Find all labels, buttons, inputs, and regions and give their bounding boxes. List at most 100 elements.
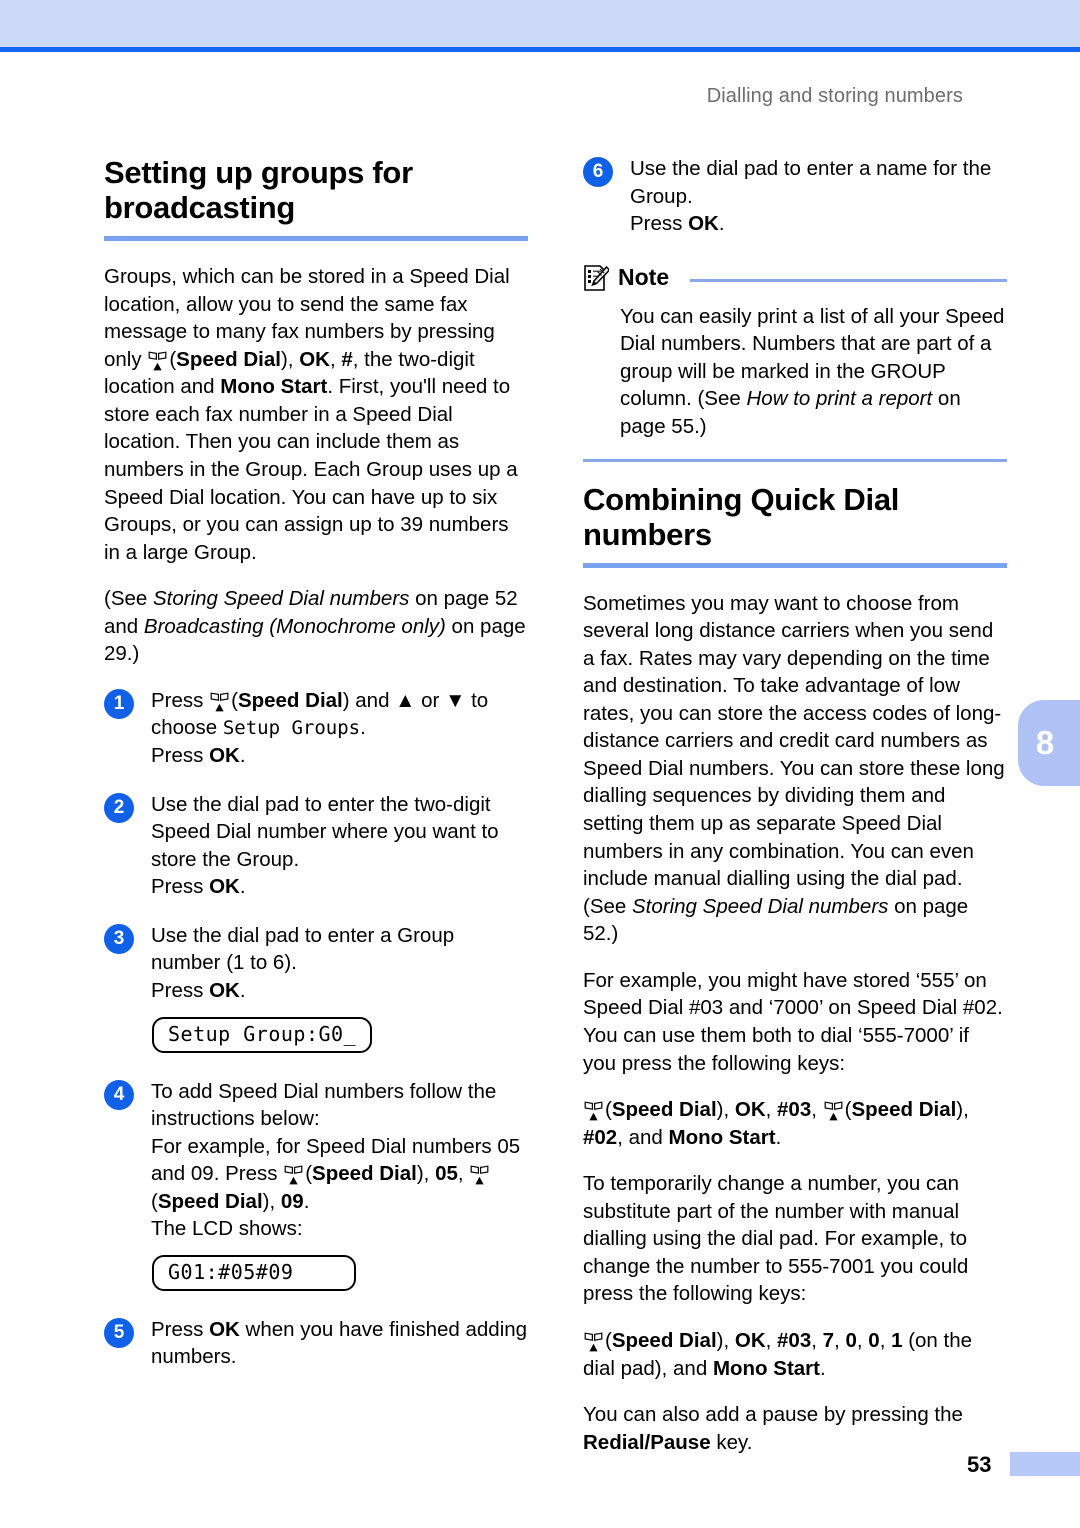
combining-paragraph-1: Sometimes you may want to choose from se… [583,590,1007,948]
press-prefix: Press [630,212,689,236]
step-number-badge: 3 [104,923,134,954]
press-suffix: . [239,978,246,1002]
intro-text-e: . First, you'll need to store each fax n… [104,375,518,564]
ok-key-label: OK [209,744,240,768]
speed-dial-label: Speed Dial [237,688,343,712]
lcd-display-group-numbers: G01:#05#09 [152,1254,356,1291]
section-title-combining: Combining Quick Dial numbers [583,481,900,552]
step-4-c: , [423,1162,436,1186]
paren-close: ) [342,688,350,712]
step-6-press-ok: Press OK. [630,210,1007,238]
mono-start-label: Mono Start [712,1356,820,1380]
speed-dial-label: Speed Dial [157,1189,263,1213]
see-also-ref-1: Storing Speed Dial numbers [153,587,410,611]
speed-dial-label: Speed Dial [611,1329,717,1353]
note-text: You can easily print a list of all your … [620,303,1007,441]
note-label: Note [618,264,670,291]
note-header-rule [690,278,1007,282]
keys1-f: . [775,1125,782,1149]
step-number-badge: 6 [583,157,613,187]
keys2-b: , [765,1329,778,1353]
intro-paragraph: Groups, which can be stored in a Speed D… [104,263,528,566]
right-column: 6 Use the dial pad to enter a name for t… [583,155,1007,1475]
press-prefix: Press [151,744,210,768]
speed-dial-code-03: #03 [777,1098,812,1122]
mono-start-label: Mono Start [668,1125,776,1149]
step-4-e: , [269,1189,281,1213]
ok-key-label: OK [299,347,330,371]
speed-dial-number-09: 09 [280,1189,304,1213]
keys2-a: , [723,1329,735,1353]
step-1-c: . [360,716,366,740]
speed-dial-icon [824,1100,843,1122]
speed-dial-label: Speed Dial [312,1162,417,1186]
paren-close: ) [416,1162,424,1186]
ok-key-label: OK [209,1317,240,1341]
see-also-ref-2: Broadcasting (Monochrome only) [143,614,446,638]
keys2-h: . [819,1356,826,1380]
step-1-a: Press [151,688,210,712]
paren-open: ( [151,1189,158,1213]
page-title: Setting up groups for broadcasting [104,155,413,226]
ok-key-label: OK [209,978,240,1002]
step-4: 4 To add Speed Dial numbers follow the i… [104,1078,528,1295]
step-2-text: Use the dial pad to enter the two-digit … [151,792,499,871]
page-number: 53 [967,1452,992,1477]
step-4-text-a: To add Speed Dial numbers follow the ins… [151,1079,497,1131]
speed-dial-icon [284,1164,303,1186]
speed-dial-icon [584,1100,603,1122]
step-1: 1 Press (Speed Dial) and ▲ or ▼ to choos… [104,687,528,770]
step-4-text-b: For example, for Speed Dial numbers 05 a… [151,1133,528,1216]
lcd-display-setup-group: Setup Group:G0_ [152,1016,373,1053]
step-2-press-ok: Press OK. [151,873,528,901]
step-number-badge: 2 [104,792,134,823]
paren-open: ( [605,1329,612,1353]
combining-p4-b: key. [710,1430,753,1454]
top-banner-rule [0,47,1080,52]
step-4-text-g: The LCD shows: [151,1217,303,1241]
speed-dial-code-02: #02 [583,1125,618,1149]
chapter-tab: 8 [1018,700,1080,786]
combining-paragraph-4: You can also add a pause by pressing the… [583,1401,1007,1456]
step-6: 6 Use the dial pad to enter a name for t… [583,155,1007,238]
see-also-paragraph: (See Storing Speed Dial numbers on page … [104,585,528,668]
speed-dial-icon [210,691,229,713]
ok-key-label: OK [734,1329,766,1353]
section-title-rule [104,236,528,242]
ok-key-label: OK [209,875,240,899]
keys2-c: , [811,1329,823,1353]
note-bottom-rule [583,458,1007,462]
note-header: Note [583,264,1007,292]
combining-paragraph-2: For example, you might have stored ‘555’… [583,968,1003,1075]
speed-dial-label: Speed Dial [176,347,281,371]
step-5-text: Press OK when you have finished adding n… [151,1316,528,1371]
keys1-a: , [723,1098,735,1122]
press-suffix: . [239,875,246,899]
speed-dial-number-05: 05 [435,1162,458,1186]
keys1-b: , [765,1098,778,1122]
left-column: Setting up groups for broadcasting Group… [104,155,528,1392]
step-5-a: Press [151,1317,210,1341]
running-header: Dialling and storing numbers [706,85,963,107]
step-number-badge: 5 [104,1317,134,1348]
paren-open: ( [305,1162,313,1186]
keys2-f: , [879,1329,892,1353]
note-block: Note You can easily print a list of all … [583,264,1007,462]
step-4-f: . [303,1189,310,1213]
see-also-a: (See [104,587,153,611]
keys1-c: , [811,1098,823,1122]
lcd-menu-item: Setup Groups [222,717,361,740]
digit-0-a: 0 [845,1329,857,1353]
press-suffix: . [718,212,725,236]
digit-1: 1 [891,1329,903,1353]
keys1-d: , [963,1098,969,1122]
top-banner [0,0,1080,47]
key-sequence-2: (Speed Dial), OK, #03, 7, 0, 0, 1 (on th… [583,1327,1007,1382]
step-number-badge: 1 [104,688,134,719]
step-number-badge: 4 [104,1079,134,1110]
keys2-e: , [856,1329,869,1353]
combining-paragraph-3: To temporarily change a number, you can … [583,1172,969,1306]
step-1-press-ok: Press OK. [151,742,528,770]
ok-key-label: OK [734,1098,766,1122]
digit-0-b: 0 [868,1329,880,1353]
